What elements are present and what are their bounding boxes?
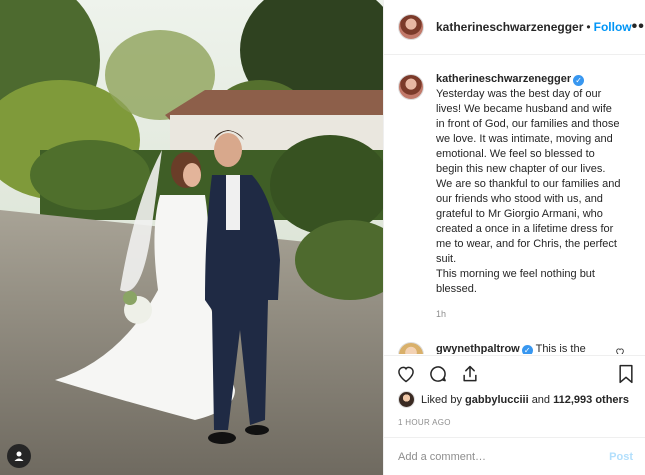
more-options-icon[interactable]: ••• [632, 18, 645, 36]
post-timestamp[interactable]: 1 HOUR AGO [398, 418, 451, 427]
user-tag-button[interactable] [7, 444, 31, 468]
bookmark-icon [619, 364, 633, 383]
add-comment-bar: Post [384, 437, 645, 475]
likes-count[interactable]: 112,993 others [553, 394, 629, 406]
action-bar [384, 355, 645, 391]
post-photo[interactable] [0, 0, 383, 475]
header-username[interactable]: katherineschwarzenegger [436, 20, 583, 34]
avatar[interactable] [398, 342, 424, 354]
caption-time[interactable]: 1h [436, 307, 622, 322]
likes-summary: Liked by gabbylucciii and 112,993 others [398, 391, 629, 408]
separator-dot: • [586, 20, 591, 34]
caption-username[interactable]: katherineschwarzenegger [436, 73, 571, 85]
avatar[interactable] [398, 391, 415, 408]
liked-by-prefix: Liked by [421, 393, 462, 406]
post-comment-button[interactable]: Post [609, 451, 633, 463]
like-button[interactable] [396, 364, 416, 384]
post-side-panel: katherineschwarzenegger • Follow ••• kat… [383, 0, 645, 475]
save-button[interactable] [617, 364, 635, 384]
liked-by-connector: and [531, 393, 551, 406]
verified-badge-icon: ✓ [521, 345, 533, 354]
share-icon [463, 365, 477, 381]
comment-button[interactable] [428, 364, 448, 384]
comment-icon [430, 365, 446, 382]
liked-by-user[interactable]: gabbylucciii [465, 394, 529, 406]
comment-username[interactable]: gwynethpaltrow [436, 343, 520, 354]
wedding-photo [0, 0, 383, 475]
share-button[interactable] [460, 364, 480, 384]
add-comment-input[interactable] [398, 450, 610, 463]
avatar[interactable] [398, 74, 424, 100]
comments-section: katherineschwarzenegger ✓ Yesterday was t… [384, 56, 645, 354]
post-header: katherineschwarzenegger • Follow ••• [384, 0, 645, 55]
caption-text: Yesterday was the best day of our lives!… [436, 88, 621, 295]
user-tag-icon [14, 451, 24, 461]
follow-button[interactable]: Follow [594, 20, 632, 34]
like-comment-heart-icon[interactable] [615, 347, 625, 354]
avatar[interactable] [398, 14, 424, 40]
heart-icon [398, 366, 414, 382]
comment-item: gwynethpaltrow✓ This is the sweetest!!!!… [398, 342, 631, 354]
verified-badge-icon: ✓ [573, 75, 585, 86]
caption: katherineschwarzenegger ✓ Yesterday was t… [398, 72, 631, 322]
